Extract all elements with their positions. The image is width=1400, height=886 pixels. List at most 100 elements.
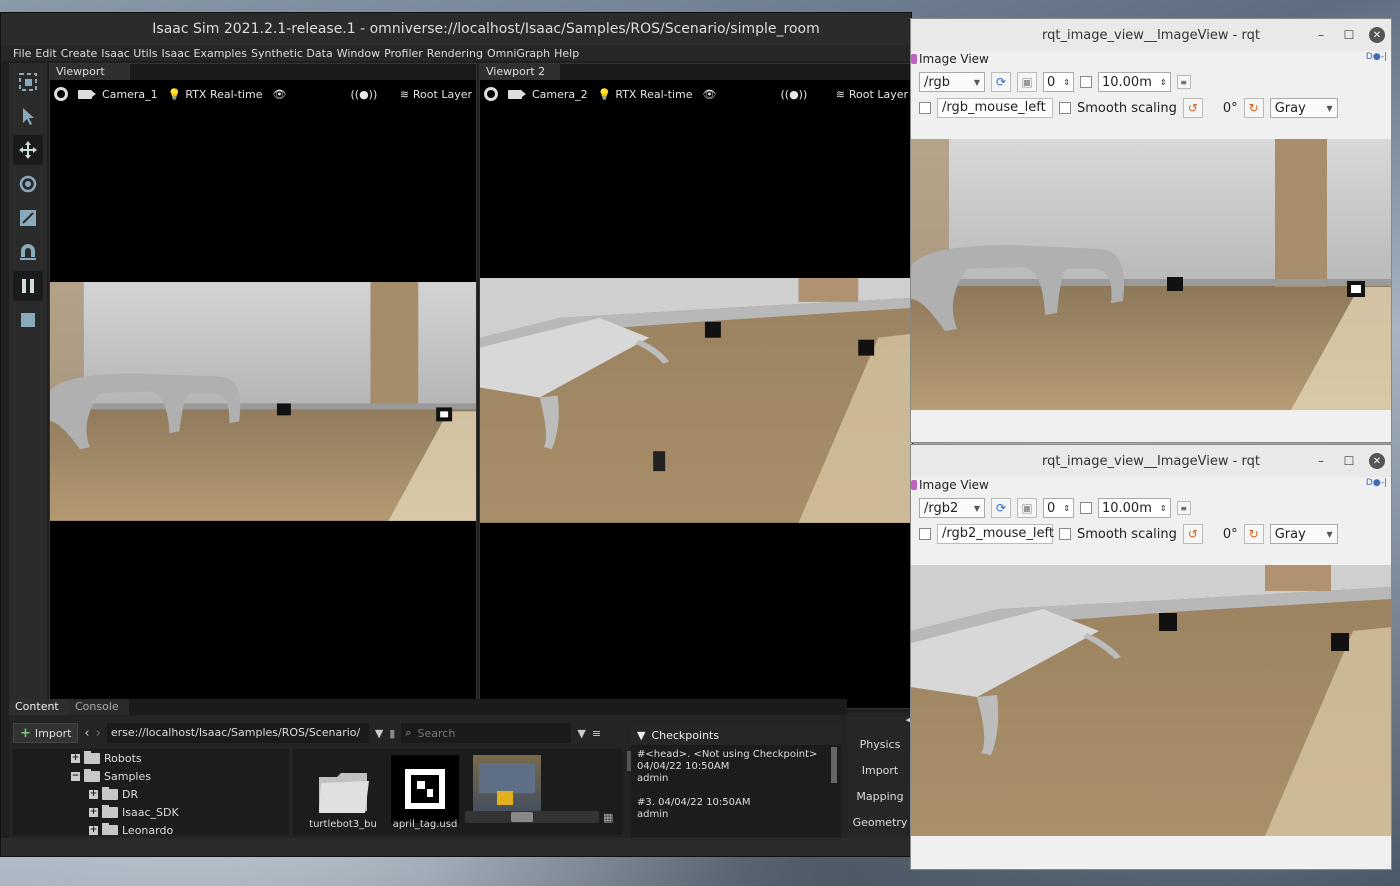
menu-item-create[interactable]: Create xyxy=(61,47,102,60)
minimize-icon[interactable]: – xyxy=(1313,453,1329,469)
menu-item-window[interactable]: Window xyxy=(337,47,384,60)
path-input[interactable]: erse://localhost/Isaac/Samples/ROS/Scena… xyxy=(106,723,369,743)
color-scheme-select[interactable]: Gray ▼ xyxy=(1269,98,1338,118)
image-display[interactable] xyxy=(911,139,1391,410)
menu-item-file[interactable]: File xyxy=(13,47,35,60)
renderer-selector[interactable]: 💡 RTX Real-time xyxy=(598,88,693,101)
menu-item-isaac-examples[interactable]: Isaac Examples xyxy=(162,47,251,60)
checkpoint-entry[interactable]: #3. 04/04/22 10:50AM admin xyxy=(631,793,841,825)
tab-geometry[interactable]: Geometry xyxy=(847,809,913,835)
move-tool[interactable] xyxy=(13,135,43,165)
camera-selector[interactable]: Camera_1 xyxy=(78,88,158,101)
tab-import[interactable]: Import xyxy=(847,757,913,783)
bookmark-icon[interactable]: ▮ xyxy=(389,727,395,740)
maximize-icon[interactable]: ☐ xyxy=(1341,27,1357,43)
rotate-right-button[interactable]: ↻ xyxy=(1243,524,1264,544)
menu-item-isaac-utils[interactable]: Isaac Utils xyxy=(101,47,161,60)
select-prim-tool[interactable] xyxy=(13,67,43,97)
number-stepper[interactable]: 0 ⇕ xyxy=(1043,72,1074,92)
minimize-icon[interactable]: – xyxy=(1313,27,1329,43)
snap-tool[interactable] xyxy=(13,237,43,267)
rotate-left-button[interactable]: ↺ xyxy=(1182,524,1203,544)
tree-item[interactable]: + DR xyxy=(13,785,289,803)
checkpoint-entry[interactable]: #<head>. <Not using Checkpoint> 04/04/22… xyxy=(631,745,841,789)
tab-console[interactable]: Console xyxy=(69,699,129,715)
rotate-left-button[interactable]: ↺ xyxy=(1182,98,1203,118)
pointer-tool[interactable] xyxy=(13,101,43,131)
file-thumb[interactable] xyxy=(391,755,459,823)
image-display[interactable] xyxy=(911,565,1391,836)
panel-controls-icon[interactable]: D●-| xyxy=(1366,52,1387,62)
thumb-size-slider[interactable] xyxy=(465,811,599,823)
mouse-topic-input[interactable]: /rgb2_mouse_left xyxy=(937,524,1054,544)
panel-controls-icon[interactable]: D●-| xyxy=(1366,478,1387,488)
dynamic-range-checkbox[interactable] xyxy=(1079,76,1092,88)
file-thumb[interactable] xyxy=(309,755,377,823)
settings-gear-icon[interactable] xyxy=(54,87,68,101)
mouse-topic-input[interactable]: /rgb_mouse_left xyxy=(937,98,1053,118)
tab-viewport[interactable]: Viewport xyxy=(50,64,130,80)
tree-item[interactable]: − Samples xyxy=(13,767,289,785)
layer-selector[interactable]: ≋ Root Layer xyxy=(400,88,472,101)
dynamic-range-checkbox[interactable] xyxy=(1079,502,1092,514)
refresh-button[interactable]: ⟳ xyxy=(991,498,1011,518)
max-depth-stepper[interactable]: 10.00m ⇕ xyxy=(1097,72,1171,92)
tree-item[interactable]: + Leonardo xyxy=(13,821,289,835)
publish-mouse-checkbox[interactable] xyxy=(919,528,931,540)
expand-arrow-icon[interactable]: ◂ xyxy=(847,713,913,731)
topic-select[interactable]: /rgb2 ▼ xyxy=(919,498,985,518)
rotate-tool[interactable] xyxy=(13,169,43,199)
save-image-button[interactable]: ▣ xyxy=(1017,72,1037,92)
menu-item-edit[interactable]: Edit xyxy=(35,47,60,60)
color-scheme-select[interactable]: Gray ▼ xyxy=(1269,524,1338,544)
rotate-right-button[interactable]: ↻ xyxy=(1243,98,1264,118)
viewport-2-render[interactable] xyxy=(480,278,912,524)
scale-tool[interactable] xyxy=(13,203,43,233)
menu-item-profiler[interactable]: Profiler xyxy=(384,47,427,60)
menu-item-omnigraph[interactable]: OmniGraph xyxy=(487,47,554,60)
renderer-selector[interactable]: 💡 RTX Real-time xyxy=(168,88,263,101)
broadcast-icon[interactable]: ((●)) xyxy=(780,88,807,101)
save-image-button[interactable]: ▣ xyxy=(1017,498,1037,518)
eye-icon[interactable]: 👁 xyxy=(703,88,717,101)
eye-icon[interactable]: 👁 xyxy=(273,88,287,101)
toggle-toolbar-button[interactable]: ≡ xyxy=(1176,501,1191,515)
maximize-icon[interactable]: ☐ xyxy=(1341,453,1357,469)
smooth-scaling-checkbox[interactable] xyxy=(1059,528,1071,540)
tab-content[interactable]: Content xyxy=(9,699,69,715)
dropdown-arrow-icon[interactable]: ▼ xyxy=(375,727,383,740)
topic-select[interactable]: /rgb ▼ xyxy=(919,72,985,92)
smooth-scaling-checkbox[interactable] xyxy=(1059,102,1071,114)
import-button[interactable]: + Import xyxy=(13,723,79,743)
refresh-button[interactable]: ⟳ xyxy=(991,72,1011,92)
tree-item[interactable]: + Robots xyxy=(13,749,289,767)
camera-selector[interactable]: Camera_2 xyxy=(508,88,588,101)
toggle-toolbar-button[interactable]: ≡ xyxy=(1176,75,1191,89)
settings-gear-icon[interactable] xyxy=(484,87,498,101)
forward-arrow-icon[interactable]: › xyxy=(96,726,101,741)
broadcast-icon[interactable]: ((●)) xyxy=(350,88,377,101)
layer-selector[interactable]: ≋ Root Layer xyxy=(836,88,908,101)
pause-button[interactable] xyxy=(13,271,43,301)
viewport-1-render[interactable] xyxy=(50,282,476,522)
close-icon[interactable]: ✕ xyxy=(1369,453,1385,469)
filter-icon[interactable]: ▼ xyxy=(577,727,585,740)
collapse-triangle-icon[interactable]: ▼ xyxy=(637,729,645,742)
tab-mapping[interactable]: Mapping xyxy=(847,783,913,809)
menu-item-help[interactable]: Help xyxy=(554,47,583,60)
tree-item[interactable]: + Isaac_SDK xyxy=(13,803,289,821)
tab-viewport-2[interactable]: Viewport 2 xyxy=(480,64,560,80)
menu-item-rendering[interactable]: Rendering xyxy=(427,47,487,60)
tab-physics[interactable]: Physics xyxy=(847,731,913,757)
back-arrow-icon[interactable]: ‹ xyxy=(84,726,89,741)
max-depth-stepper[interactable]: 10.00m ⇕ xyxy=(1097,498,1171,518)
search-input[interactable]: ⌕ Search xyxy=(401,723,572,743)
scrollbar[interactable] xyxy=(831,747,837,783)
menu-item-synthetic-data[interactable]: Synthetic Data xyxy=(251,47,337,60)
grid-view-icon[interactable]: ▦ xyxy=(603,811,613,824)
publish-mouse-checkbox[interactable] xyxy=(919,102,931,114)
stop-button[interactable] xyxy=(13,305,43,335)
number-stepper[interactable]: 0 ⇕ xyxy=(1043,498,1074,518)
list-menu-icon[interactable]: ≡ xyxy=(592,727,601,740)
close-icon[interactable]: ✕ xyxy=(1369,27,1385,43)
